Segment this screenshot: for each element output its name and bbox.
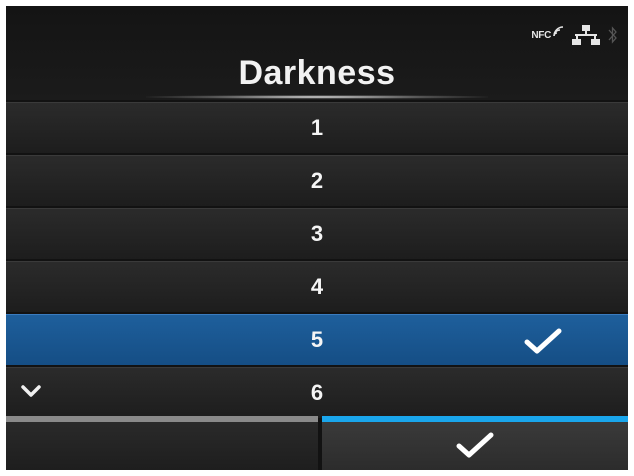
header: NFC Darkness — [6, 6, 628, 100]
footer — [6, 416, 628, 470]
checkmark-icon — [524, 328, 562, 354]
list-item-5-selected[interactable]: 5 — [6, 314, 628, 365]
title-underline — [146, 95, 488, 99]
nfc-label: NFC — [531, 29, 551, 41]
ok-button[interactable] — [322, 416, 628, 470]
list-item-label: 6 — [310, 380, 324, 405]
page-title: Darkness — [238, 54, 396, 92]
list-item-label: 2 — [310, 168, 324, 193]
list-item-label: 3 — [310, 221, 324, 246]
bluetooth-icon — [608, 26, 617, 44]
nfc-icon: NFC — [531, 26, 564, 41]
network-icon — [572, 25, 600, 45]
list-item-label: 1 — [310, 115, 324, 140]
list-item-1[interactable]: 1 — [6, 102, 628, 153]
darkness-list: 1 2 3 4 5 6 — [6, 102, 628, 420]
list-item-6[interactable]: 6 — [6, 367, 628, 418]
back-button[interactable] — [6, 416, 318, 470]
list-item-2[interactable]: 2 — [6, 155, 628, 206]
list-item-3[interactable]: 3 — [6, 208, 628, 259]
checkmark-icon — [456, 432, 494, 458]
list-item-4[interactable]: 4 — [6, 261, 628, 312]
printer-screen: NFC Darkness 1 2 3 4 5 6 — [6, 6, 628, 470]
list-item-label: 4 — [310, 274, 324, 299]
status-icons: NFC — [531, 20, 618, 50]
